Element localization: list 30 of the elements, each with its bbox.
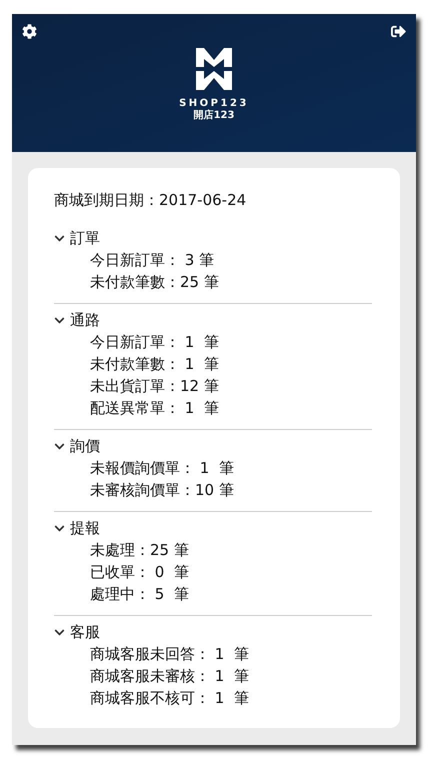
count-line: 未付款筆數： 1 筆 — [89, 354, 220, 375]
settings-icon[interactable] — [22, 24, 37, 39]
expiry-date: 商城到期日期：2017-06-24 — [54, 190, 248, 210]
count-line: 未出貨訂單：12 筆 — [89, 376, 220, 397]
count-line: 未審核詢價單：10 筆 — [89, 480, 235, 501]
chevron-down-icon — [54, 314, 65, 326]
logout-icon[interactable] — [391, 24, 406, 39]
count-line: 處理中： 5 筆 — [89, 584, 190, 605]
logo-icon — [196, 48, 232, 90]
section-header[interactable]: 詢價 — [54, 435, 372, 457]
count-line: 未處理：25 筆 — [89, 540, 190, 561]
count-line: 已收單： 0 筆 — [89, 562, 190, 583]
count-line: 未報價詢價單： 1 筆 — [89, 458, 235, 479]
brand-name: SHOP123 — [179, 98, 249, 109]
section-header[interactable]: 訂單 — [54, 227, 372, 249]
chevron-down-icon — [54, 232, 65, 244]
section-header[interactable]: 通路 — [54, 309, 372, 331]
count-line: 未付款筆數：25 筆 — [89, 272, 220, 293]
chevron-down-icon — [54, 626, 65, 638]
chevron-down-icon — [54, 440, 65, 452]
count-line: 商城客服未回答： 1 筆 — [89, 644, 250, 665]
section-header[interactable]: 客服 — [54, 621, 372, 643]
count-line: 商城客服不核可： 1 筆 — [89, 688, 250, 709]
count-line: 今日新訂單： 3 筆 — [89, 250, 216, 271]
chevron-down-icon — [54, 522, 65, 534]
brand-subtitle: 開店123 — [194, 110, 234, 122]
count-line: 商城客服未審核： 1 筆 — [89, 666, 250, 687]
count-line: 今日新訂單： 1 筆 — [89, 332, 220, 353]
section-header[interactable]: 提報 — [54, 517, 372, 539]
count-line: 配送異常單： 1 筆 — [89, 398, 220, 419]
